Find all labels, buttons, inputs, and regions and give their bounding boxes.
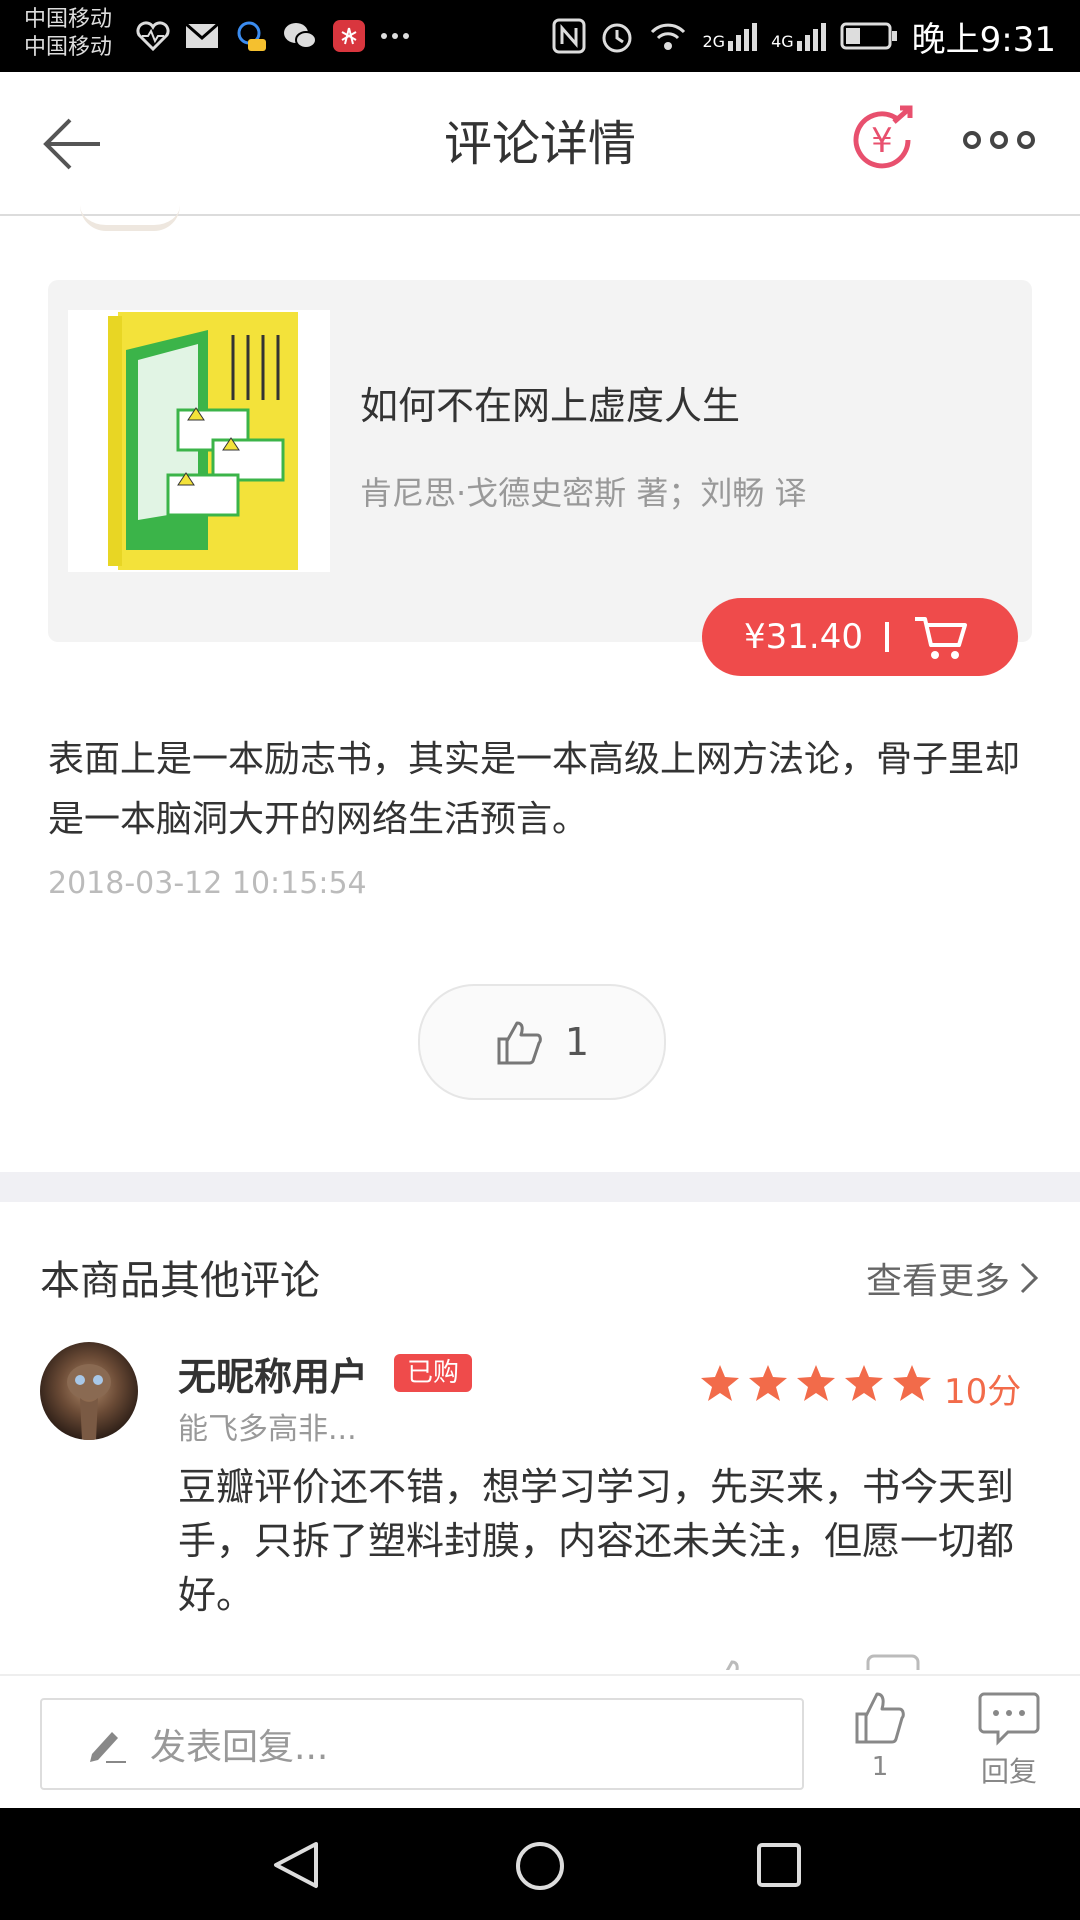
see-more-link[interactable]: 查看更多 [866, 1252, 1040, 1304]
heart-rate-icon [136, 21, 170, 51]
carrier-labels: 中国移动 中国移动 [24, 6, 112, 62]
carrier-label-1: 中国移动 [24, 7, 113, 32]
network-2g-label: 2G [702, 32, 726, 51]
bottom-reply-button[interactable]: 回复 [976, 1690, 1042, 1790]
notification-icons [136, 16, 410, 56]
purchased-badge: 已购 [394, 1354, 472, 1392]
alarm-icon [602, 23, 632, 53]
signal-bars-icon [796, 23, 826, 51]
network-4g-label: 4G [771, 32, 794, 51]
carrier-label-2: 中国移动 [24, 35, 113, 60]
signal-4g: 4G [771, 21, 826, 51]
star-icon [893, 1365, 931, 1401]
clock: 晚上9:31 [911, 19, 1056, 60]
see-more-label: 查看更多 [865, 1261, 1010, 1302]
yen-symbol: ¥ [871, 121, 893, 161]
bottom-like-count: 1 [871, 1752, 889, 1782]
review-like-button[interactable]: 1 [418, 984, 666, 1100]
signal-bars-icon [728, 23, 758, 51]
pencil-icon [90, 1732, 126, 1763]
nav-home-icon[interactable] [514, 1840, 566, 1892]
bottom-reply-label: 回复 [980, 1755, 1037, 1788]
product-card[interactable]: 如何不在网上虚度人生 肯尼思·戈德史密斯 著；刘畅 译 [48, 280, 1032, 642]
comment-icon [978, 1692, 1040, 1746]
star-icon [749, 1365, 787, 1401]
other-review-text: 豆瓣评价还不错，想学习学习，先买来，书今天到手，只拆了塑料封膜，内容还未关注，但… [178, 1465, 1015, 1617]
thumbs-up-icon [855, 1692, 905, 1744]
reply-input[interactable]: 发表回复... [40, 1698, 804, 1790]
support-chat-icon [237, 21, 266, 51]
bottom-action-bar: 发表回复... 1 回复 [0, 1674, 1080, 1810]
yen-reward-icon[interactable]: ¥ [844, 102, 920, 178]
mail-icon [185, 22, 219, 48]
section-divider [0, 1172, 1080, 1202]
more-notifications-icon [381, 33, 409, 39]
user-subtitle: 能飞多高非... [178, 1412, 357, 1447]
bottom-like-button[interactable]: 1 [850, 1690, 910, 1782]
other-reviews-title: 本商品其他评论 [40, 1258, 320, 1304]
thumbs-up-icon [497, 1021, 542, 1065]
status-bar: 中国移动 中国移动 2G 4G 晚上9:31 [0, 0, 1080, 72]
reply-placeholder: 发表回复... [150, 1727, 329, 1768]
chevron-right-icon [1020, 1262, 1039, 1294]
reviewer-avatar-partial [80, 205, 180, 231]
nav-back-icon[interactable] [272, 1840, 320, 1890]
review-date: 2018-03-12 10:15:54 [48, 866, 367, 901]
star-icon [701, 1365, 739, 1401]
top-header: 评论详情 ¥ [0, 72, 1080, 216]
star-icon [845, 1365, 883, 1401]
product-author: 肯尼思·戈德史密斯 著；刘畅 译 [360, 474, 807, 512]
system-icons: 2G 4G 晚上9:31 [552, 10, 1056, 62]
nfc-icon [552, 18, 586, 54]
nav-recent-apps-icon[interactable] [756, 1842, 802, 1888]
price-divider [884, 622, 889, 652]
price-label: ¥31.40 [744, 617, 863, 657]
wifi-icon [651, 23, 686, 50]
rating-score: 10分 [944, 1372, 1022, 1412]
book-cover-image [68, 310, 330, 572]
huawei-app-icon [333, 20, 365, 52]
username[interactable]: 无昵称用户 [178, 1346, 368, 1401]
signal-2g: 2G [702, 21, 758, 51]
shopping-cart-icon [914, 617, 967, 659]
product-title: 如何不在网上虚度人生 [360, 384, 741, 428]
more-options-icon[interactable] [962, 120, 1036, 160]
like-count: 1 [564, 1020, 590, 1064]
avatar[interactable] [40, 1342, 138, 1440]
review-actions-partial [710, 1648, 1040, 1670]
battery-icon [840, 22, 897, 50]
system-navigation-bar [0, 1808, 1080, 1920]
star-icon [797, 1365, 835, 1401]
rating-stars [700, 1364, 932, 1402]
buy-price-button[interactable]: ¥31.40 [702, 598, 1018, 676]
review-text: 表面上是一本励志书，其实是一本高级上网方法论，骨子里却是一本脑洞大开的网络生活预… [48, 739, 1021, 840]
wechat-icon [284, 23, 317, 49]
